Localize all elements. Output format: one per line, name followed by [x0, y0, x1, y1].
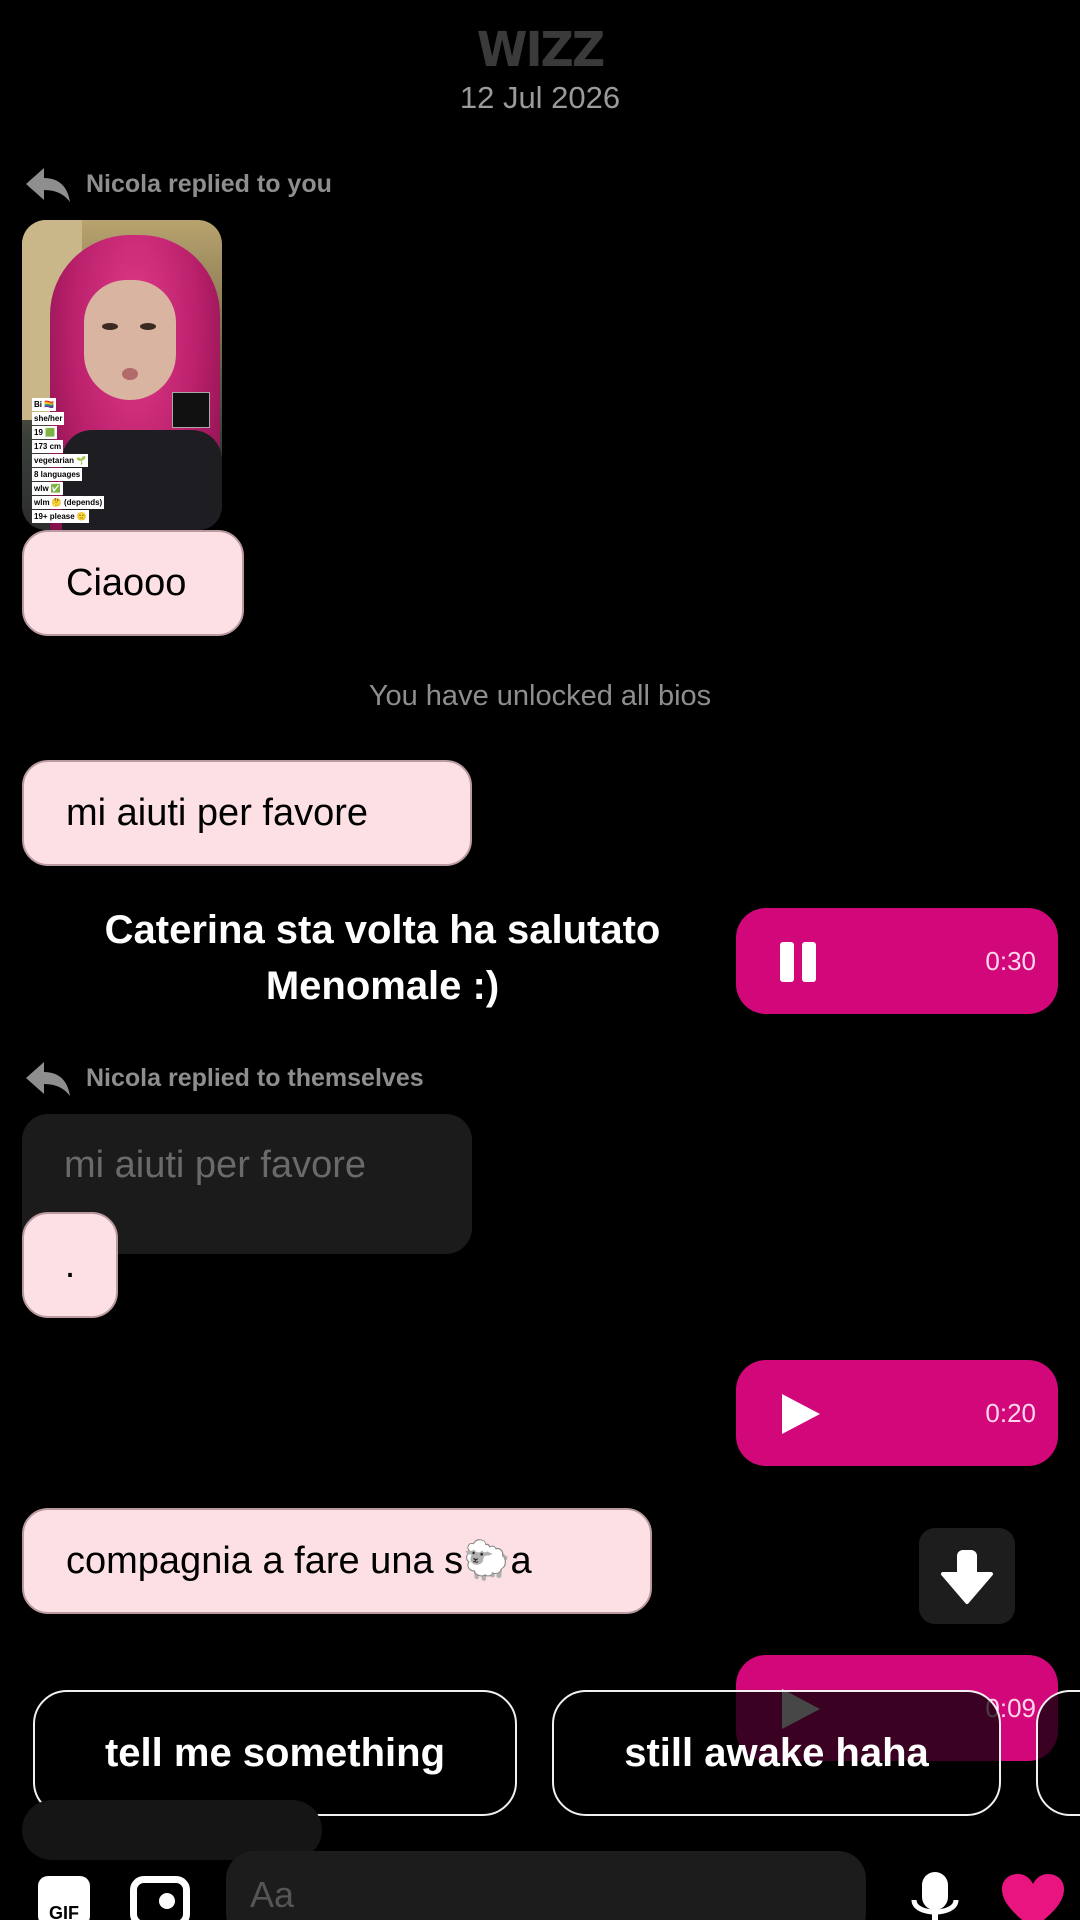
chat-date: 12 Jul 2026: [459, 80, 621, 115]
arrow-down-icon: [941, 1550, 993, 1604]
voice-message[interactable]: 0:20: [736, 1360, 1058, 1466]
gif-icon[interactable]: GIF: [38, 1876, 90, 1920]
message-bubble[interactable]: compagnia a fare una s🐑a: [22, 1508, 652, 1614]
mic-icon[interactable]: [910, 1870, 960, 1920]
photo-sticker: [172, 392, 210, 428]
message-bubble[interactable]: Ciaooo: [22, 530, 244, 636]
photo-eye: [102, 323, 118, 330]
message-input[interactable]: [248, 1873, 848, 1917]
photo-icon[interactable]: [130, 1876, 190, 1920]
message-text: .: [64, 1243, 76, 1286]
photo-eye: [140, 323, 156, 330]
voice-duration: 0:30: [985, 946, 1036, 976]
reply-note-text: Nicola replied to you: [86, 169, 332, 198]
photo-icon-dot: [159, 1893, 175, 1909]
scroll-to-bottom-button[interactable]: [919, 1528, 1015, 1624]
photo-lips: [122, 368, 138, 380]
bio-sticker: Bi 🏳️‍🌈: [32, 398, 57, 411]
bio-sticker: she/her: [32, 412, 65, 425]
pause-icon[interactable]: [776, 938, 824, 986]
suggestion-chip[interactable]: tell me something: [33, 1690, 517, 1816]
bio-sticker: wlw ✅: [32, 482, 63, 495]
wizz-logo: WIZZ: [476, 20, 606, 78]
suggestion-text: tell me something: [104, 1730, 446, 1775]
message-text: compagnia a fare una s🐑a: [66, 1540, 532, 1582]
gif-label: GIF: [49, 1903, 79, 1920]
bio-sticker: 19 🟩: [32, 426, 58, 439]
reply-note: Nicola replied to themselves: [24, 1056, 424, 1100]
bio-sticker: 173 cm: [32, 440, 64, 453]
heart-icon[interactable]: [1000, 1872, 1066, 1920]
bio-sticker: wlm 🤔 (depends): [32, 496, 105, 509]
message-text: Ciaooo: [66, 561, 187, 604]
suggestion-text: still awake haha: [624, 1730, 929, 1775]
reply-note: Nicola replied to you: [24, 162, 332, 206]
message-input-field[interactable]: [226, 1851, 866, 1920]
profile-photo-message[interactable]: Bi 🏳️‍🌈 she/her 19 🟩 173 cm vegetarian 🌱…: [22, 220, 222, 530]
bio-sticker: 8 languages: [32, 468, 83, 481]
bio-sticker: 19+ please 🙂: [32, 510, 89, 523]
video-caption: Caterina sta volta ha salutato Menomale …: [104, 908, 661, 1008]
message-bubble[interactable]: mi aiuti per favore: [22, 760, 472, 866]
bio-sticker: vegetarian 🌱: [32, 454, 89, 467]
voice-message[interactable]: 0:30: [736, 908, 1058, 1014]
voice-duration: 0:20: [985, 1398, 1036, 1428]
suggestion-chip[interactable]: [1036, 1690, 1080, 1816]
photo-bio-stickers: Bi 🏳️‍🌈 she/her 19 🟩 173 cm vegetarian 🌱…: [32, 398, 105, 523]
photo-face: [84, 280, 176, 400]
reply-arrow-icon: [26, 1062, 70, 1096]
quoted-text: mi aiuti per favore: [64, 1144, 367, 1186]
message-bubble[interactable]: .: [22, 1212, 118, 1318]
play-icon[interactable]: [776, 1390, 824, 1438]
reply-note-text: Nicola replied to themselves: [86, 1063, 424, 1092]
reply-arrow-icon: [26, 168, 70, 202]
message-text: mi aiuti per favore: [66, 791, 369, 834]
system-note: You have unlocked all bios: [368, 680, 712, 712]
suggestion-chip[interactable]: still awake haha: [552, 1690, 1001, 1816]
